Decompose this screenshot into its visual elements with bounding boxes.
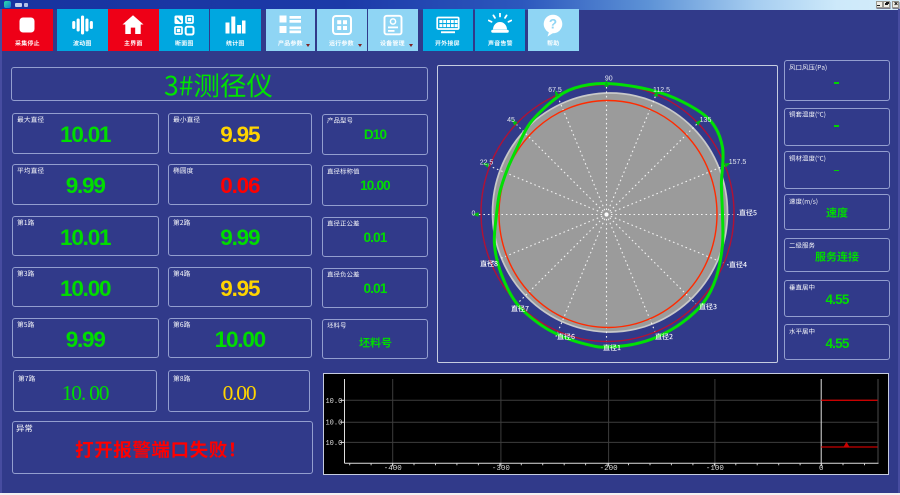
svg-text:-300: -300 bbox=[491, 465, 510, 473]
svg-text:157.5: 157.5 bbox=[729, 159, 747, 166]
svg-text:45: 45 bbox=[507, 117, 515, 124]
svg-text:0: 0 bbox=[472, 211, 476, 218]
svg-text:-400: -400 bbox=[383, 465, 402, 473]
svg-text:67.5: 67.5 bbox=[548, 87, 562, 94]
svg-text:90: 90 bbox=[605, 75, 613, 82]
svg-text:112.5: 112.5 bbox=[653, 87, 670, 94]
svg-text:-200: -200 bbox=[599, 465, 618, 473]
svg-text:?: ? bbox=[549, 17, 557, 32]
svg-text:0: 0 bbox=[818, 465, 823, 473]
svg-text:10.0: 10.0 bbox=[325, 419, 342, 427]
svg-text:22.5: 22.5 bbox=[480, 160, 494, 167]
svg-text:10.0: 10.0 bbox=[325, 439, 342, 447]
svg-text:135: 135 bbox=[700, 117, 712, 124]
svg-text:10.0: 10.0 bbox=[325, 397, 342, 405]
svg-text:-100: -100 bbox=[705, 465, 724, 473]
